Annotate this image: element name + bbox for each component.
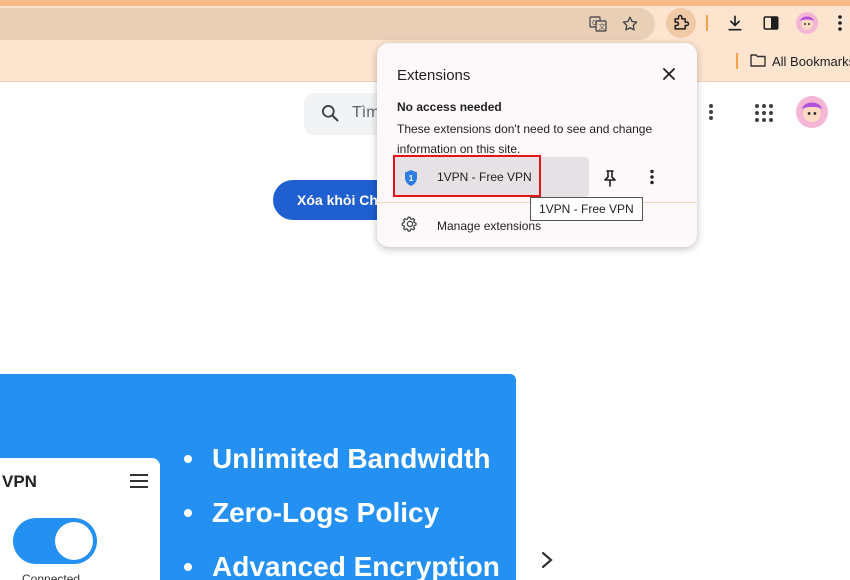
search-input[interactable]: Tìm [352, 104, 380, 122]
extension-tooltip: 1VPN - Free VPN [530, 197, 643, 221]
apps-grid-icon[interactable] [754, 103, 774, 128]
no-access-description: These extensions don't need to see and c… [397, 122, 653, 156]
all-bookmarks-button[interactable]: All Bookmarks [750, 52, 850, 70]
manage-extensions-label: Manage extensions [437, 218, 542, 233]
vpn-toggle [13, 518, 97, 564]
close-icon[interactable] [659, 64, 679, 84]
connected-label: Connected [22, 572, 81, 580]
account-avatar[interactable] [796, 96, 828, 128]
toggle-knob [55, 522, 93, 560]
feature-text: Zero-Logs Policy [212, 497, 440, 528]
browser-menu-icon[interactable] [830, 8, 850, 38]
page-more-icon[interactable] [708, 102, 714, 127]
side-panel-icon[interactable] [756, 8, 786, 38]
promo-banner: VPN Connected Unlimited Bandwidth Zero-L… [0, 374, 516, 580]
pin-icon[interactable] [603, 169, 617, 192]
download-icon[interactable] [720, 8, 750, 38]
toolbar-separator [706, 15, 708, 31]
extension-name: 1VPN - Free VPN [437, 170, 532, 184]
card-title: VPN [2, 472, 37, 491]
feature-item: Zero-Logs Policy [180, 486, 500, 540]
no-access-heading: No access needed [397, 100, 502, 114]
folder-icon [750, 53, 766, 70]
extension-item-1vpn[interactable]: 1 1VPN - Free VPN [395, 157, 589, 197]
extension-more-icon[interactable] [649, 169, 655, 190]
bookmarks-separator [736, 53, 738, 69]
extensions-puzzle-icon[interactable] [666, 8, 696, 38]
bullet-dot [184, 563, 192, 571]
hamburger-menu-icon [130, 474, 148, 493]
bullet-dot [184, 509, 192, 517]
svg-text:1: 1 [409, 174, 414, 183]
svg-text:文: 文 [599, 22, 606, 31]
feature-list: Unlimited Bandwidth Zero-Logs Policy Adv… [180, 432, 500, 580]
manage-extensions-button[interactable]: Manage extensions [401, 215, 541, 236]
search-icon [320, 103, 340, 128]
feature-item: Advanced Encryption [180, 540, 500, 580]
feature-item: Unlimited Bandwidth [180, 432, 500, 486]
bookmark-star-icon[interactable] [618, 12, 642, 36]
shield-icon: 1 [403, 169, 419, 192]
gear-icon [401, 215, 419, 236]
profile-avatar[interactable] [796, 12, 818, 34]
carousel-next-icon[interactable] [540, 550, 554, 575]
address-bar[interactable]: G文 [0, 8, 655, 40]
bullet-dot [184, 455, 192, 463]
svg-text:G: G [592, 20, 597, 27]
vpn-app-card: VPN Connected [0, 458, 160, 580]
translate-icon[interactable]: G文 [586, 12, 610, 36]
feature-text: Unlimited Bandwidth [212, 443, 491, 474]
all-bookmarks-label: All Bookmarks [772, 53, 850, 69]
feature-text: Advanced Encryption [212, 551, 500, 580]
extensions-popup-title: Extensions [397, 67, 471, 84]
